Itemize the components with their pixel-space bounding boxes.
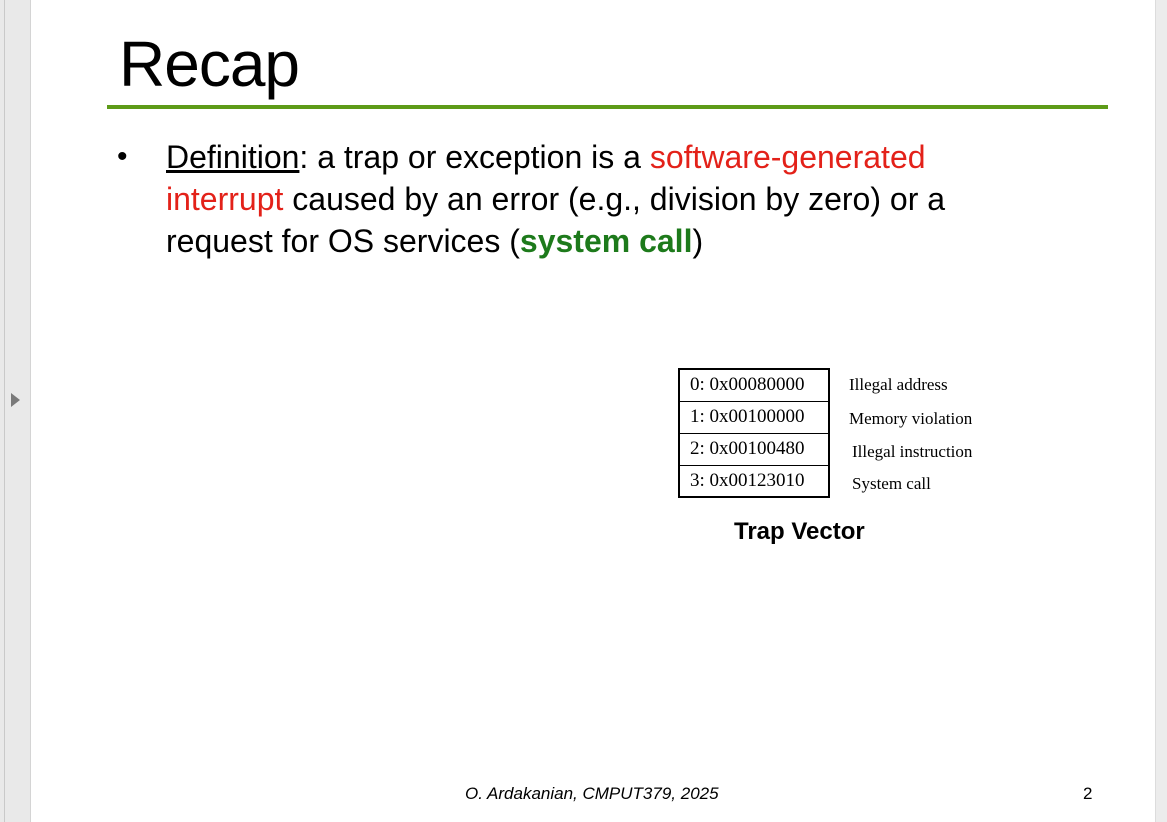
trap-vector-caption: Trap Vector	[734, 518, 865, 545]
slide: Recap • Definition: a trap or exception …	[31, 0, 1155, 822]
gutter-edge-line	[4, 0, 5, 822]
slide-title: Recap	[119, 28, 300, 100]
system-call-highlight: system call	[519, 223, 693, 259]
definition-term: Definition	[166, 139, 300, 175]
bullet-text: Definition: a trap or exception is a sof…	[166, 136, 1046, 262]
bullet-text-part-3: )	[692, 223, 704, 259]
right-scroll-gutter[interactable]	[1155, 0, 1167, 822]
trap-address-cell: 2: 0x00100480	[678, 432, 830, 466]
page-number: 2	[1083, 784, 1093, 803]
expand-panel-icon[interactable]	[11, 393, 20, 407]
bullet-text-part-1: : a trap or exception is a	[299, 139, 650, 175]
bullet-dot: •	[117, 140, 128, 173]
title-underline-rule	[107, 105, 1108, 109]
trap-vector-row: 1: 0x00100000	[678, 400, 830, 434]
slide-footer: O. Ardakanian, CMPUT379, 2025	[465, 784, 719, 803]
trap-address-cell: 1: 0x00100000	[678, 400, 830, 434]
trap-address-cell: 0: 0x00080000	[678, 368, 830, 402]
trap-label: System call	[852, 474, 931, 493]
trap-label: Memory violation	[849, 409, 973, 428]
trap-vector-row: 3: 0x00123010	[678, 464, 830, 498]
trap-address-cell: 3: 0x00123010	[678, 464, 830, 498]
trap-vector-row: 0: 0x00080000	[678, 368, 830, 402]
trap-vector-table: 0: 0x00080000 1: 0x00100000 2: 0x0010048…	[678, 368, 830, 498]
trap-label: Illegal instruction	[852, 442, 973, 461]
left-panel-gutter	[0, 0, 31, 822]
trap-label: Illegal address	[849, 375, 948, 394]
trap-vector-row: 2: 0x00100480	[678, 432, 830, 466]
